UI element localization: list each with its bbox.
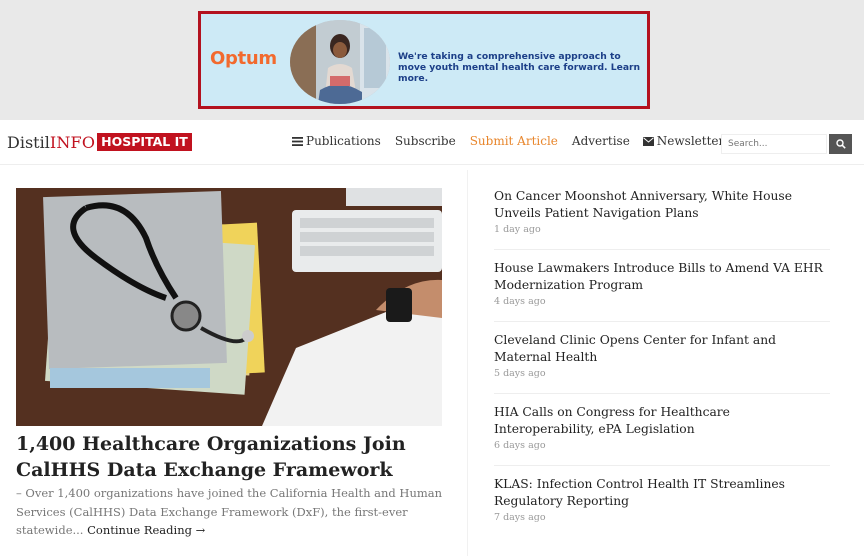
sidebar-story[interactable]: On Cancer Moonshot Anniversary, White Ho… — [494, 188, 834, 235]
sidebar-divider — [494, 393, 830, 394]
sidebar-divider — [494, 249, 830, 250]
sidebar-story[interactable]: House Lawmakers Introduce Bills to Amend… — [494, 260, 834, 307]
ad-photo — [290, 20, 390, 104]
main-nav: Publications Subscribe Submit Article Ad… — [292, 134, 730, 148]
sidebar-story-title[interactable]: On Cancer Moonshot Anniversary, White Ho… — [494, 188, 834, 222]
optum-ad[interactable]: Optum We're taking a comprehensive appro… — [198, 11, 650, 109]
feature-excerpt: – Over 1,400 organizations have joined t… — [16, 484, 444, 540]
search-icon — [835, 139, 846, 149]
nav-submit-article[interactable]: Submit Article — [470, 134, 558, 148]
nav-newsletters-label: Newsletters — [656, 134, 731, 148]
site-header: Distil INFO HOSPITAL IT Publications Subsc… — [0, 122, 864, 164]
sidebar-story[interactable]: Cleveland Clinic Opens Center for Infant… — [494, 332, 834, 379]
nav-advertise-label: Advertise — [571, 134, 630, 148]
sidebar-story-date: 5 days ago — [494, 368, 546, 379]
sidebar-story-title[interactable]: KLAS: Infection Control Health IT Stream… — [494, 476, 834, 510]
feature-title[interactable]: 1,400 Healthcare Organizations Join CalH… — [16, 431, 446, 483]
nav-publications[interactable]: Publications — [292, 134, 381, 148]
sidebar-story-date: 7 days ago — [494, 512, 546, 523]
search-input[interactable] — [721, 134, 827, 154]
nav-publications-label: Publications — [306, 134, 381, 148]
ad-banner-area: Optum We're taking a comprehensive appro… — [0, 0, 864, 120]
logo-info: INFO — [49, 132, 96, 152]
feature-excerpt-text: – Over 1,400 organizations have joined t… — [16, 486, 443, 537]
nav-subscribe[interactable]: Subscribe — [395, 134, 456, 148]
sidebar-story-date: 1 day ago — [494, 224, 541, 235]
hamburger-menu-icon — [292, 136, 303, 146]
sidebar-divider — [494, 465, 830, 466]
ad-message: We're taking a comprehensive approach to… — [398, 51, 641, 84]
nav-newsletters[interactable]: Newsletters — [642, 134, 731, 148]
search-button[interactable] — [829, 134, 852, 154]
envelope-icon — [642, 136, 654, 146]
sidebar-story-title[interactable]: Cleveland Clinic Opens Center for Infant… — [494, 332, 834, 366]
feature-image[interactable] — [16, 188, 442, 426]
sidebar-story-date: 4 days ago — [494, 296, 546, 307]
sidebar-story-date: 6 days ago — [494, 440, 546, 451]
sidebar-story-title[interactable]: House Lawmakers Introduce Bills to Amend… — [494, 260, 834, 294]
sidebar-story[interactable]: KLAS: Infection Control Health IT Stream… — [494, 476, 834, 523]
column-divider — [467, 170, 468, 556]
site-logo[interactable]: Distil INFO HOSPITAL IT — [7, 131, 192, 153]
logo-tag: HOSPITAL IT — [97, 133, 192, 151]
sidebar-story-title[interactable]: HIA Calls on Congress for Healthcare Int… — [494, 404, 834, 438]
sidebar-story[interactable]: HIA Calls on Congress for Healthcare Int… — [494, 404, 834, 451]
header-divider — [0, 164, 864, 165]
continue-reading-link[interactable]: Continue Reading → — [87, 523, 205, 537]
logo-distil: Distil — [7, 132, 50, 152]
sidebar-divider — [494, 321, 830, 322]
nav-subscribe-label: Subscribe — [394, 134, 456, 148]
ad-brand-logo: Optum — [210, 48, 277, 69]
nav-submit-article-label: Submit Article — [469, 134, 558, 148]
nav-advertise[interactable]: Advertise — [572, 134, 630, 148]
